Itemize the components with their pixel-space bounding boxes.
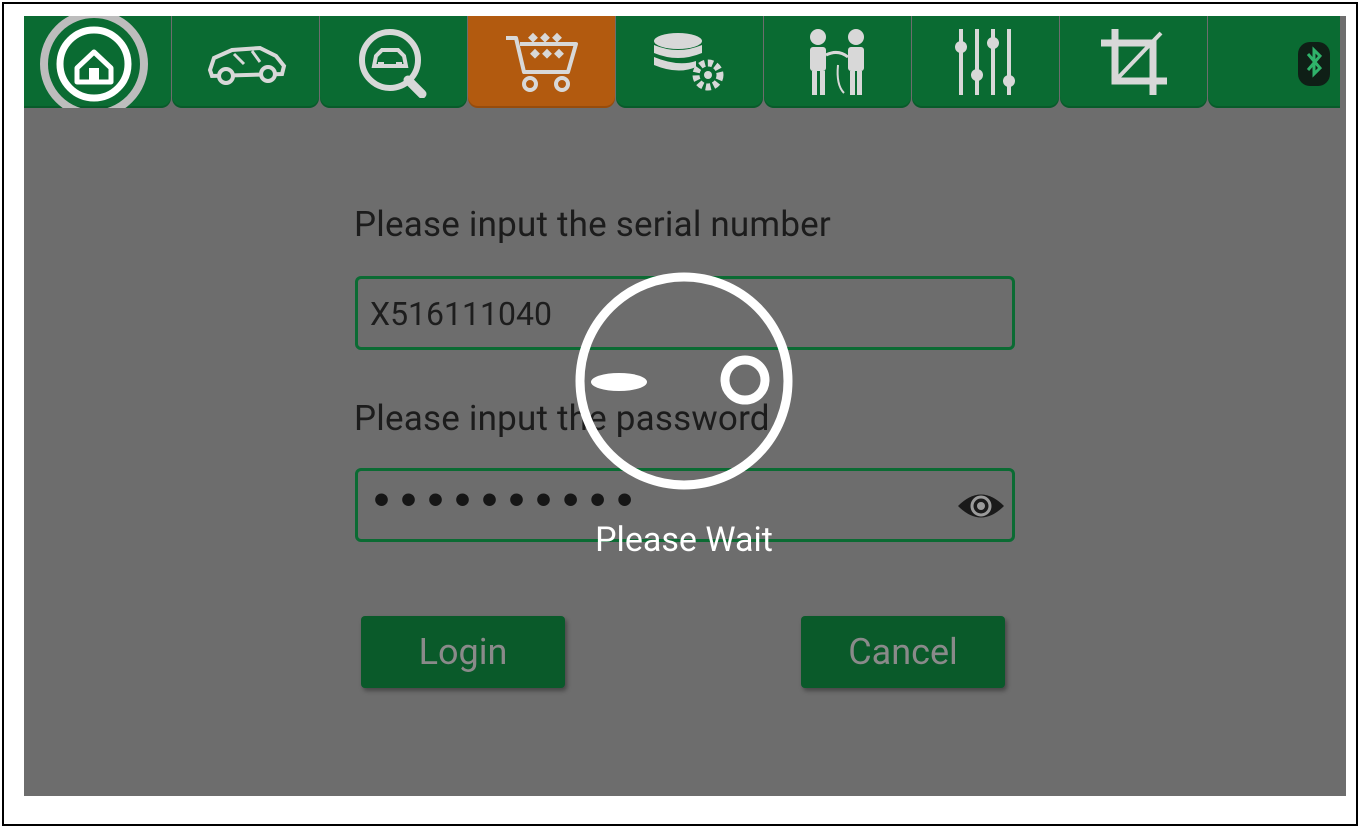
sliders-icon: [954, 29, 1015, 95]
loading-spinner-icon: [575, 272, 793, 490]
tab-shop[interactable]: [468, 16, 615, 108]
tab-crop[interactable]: [1060, 16, 1207, 108]
tab-technicians[interactable]: [764, 16, 911, 108]
car-icon: [207, 45, 286, 85]
top-toolbar: [24, 16, 1346, 108]
home-icon: [39, 16, 148, 108]
tab-diagnose[interactable]: [320, 16, 467, 108]
database-settings-icon: [653, 33, 723, 91]
bluetooth-icon: [1298, 42, 1330, 86]
tab-database[interactable]: [616, 16, 763, 108]
tab-vehicle[interactable]: [172, 16, 319, 108]
tab-home[interactable]: [24, 16, 171, 108]
window-frame: Please input the serial number X51611104…: [2, 2, 1358, 826]
show-password-icon[interactable]: [956, 485, 1006, 527]
tab-settings[interactable]: [912, 16, 1059, 108]
login-button[interactable]: Login: [361, 616, 565, 688]
crop-icon: [1100, 29, 1167, 95]
car-search-icon: [358, 29, 426, 98]
serial-number-label: Please input the serial number: [354, 204, 831, 245]
serial-number-value: X516111040: [370, 295, 552, 333]
app-screen: Please input the serial number X51611104…: [24, 16, 1346, 796]
please-wait-text: Please Wait: [595, 520, 773, 560]
shopping-cart-icon: [505, 32, 578, 92]
technicians-icon: [809, 29, 864, 95]
tab-bluetooth[interactable]: [1208, 16, 1340, 108]
cancel-button[interactable]: Cancel: [801, 616, 1005, 688]
